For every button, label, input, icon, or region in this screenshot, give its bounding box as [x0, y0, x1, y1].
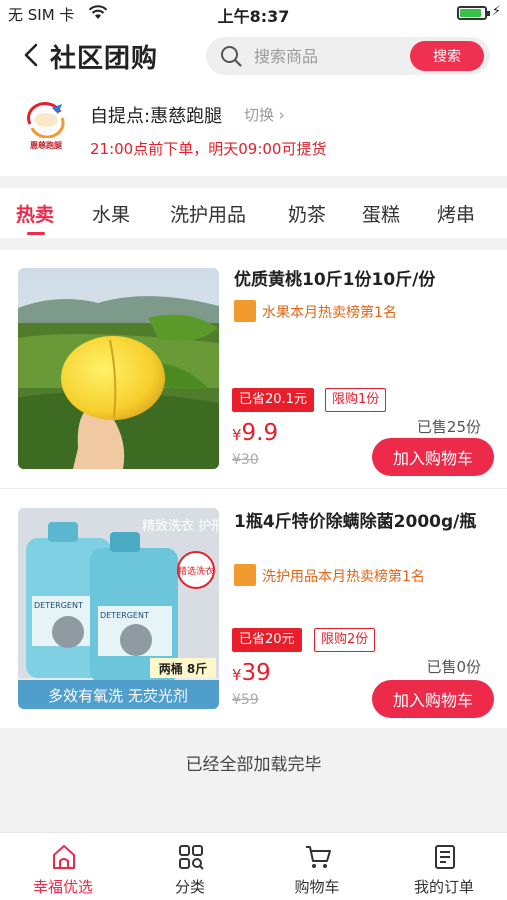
- product-price: ¥39: [232, 660, 271, 686]
- tab-category[interactable]: 分类: [127, 833, 253, 900]
- product-title[interactable]: 优质黄桃10斤1份10斤/份: [234, 268, 494, 292]
- detergent-label-1: DETERGENT: [34, 601, 83, 610]
- twin-pack-badge: 两桶 8斤: [159, 661, 208, 676]
- trophy-icon: [234, 300, 256, 322]
- search-icon: [221, 46, 242, 67]
- tab-label: 幸福优选: [32, 878, 93, 896]
- tab-label: 分类: [174, 878, 205, 896]
- product-card[interactable]: 精致洗衣 护形护色 精选洗衣 DETERGENT DETERGENT 两桶 8斤…: [0, 490, 507, 728]
- tab-milk-tea[interactable]: 奶茶: [288, 200, 326, 227]
- pickup-notice: 21:00点前下单，明天09:00可提货: [90, 140, 327, 158]
- tab-hot[interactable]: 热卖: [16, 200, 54, 227]
- currency-symbol: ¥: [232, 666, 242, 684]
- detergent-brand-line-1: 精致洗衣 护形护色: [142, 518, 219, 534]
- sold-count: 已售0份: [426, 658, 481, 676]
- store-logo-emblem: [27, 102, 65, 138]
- tab-cart[interactable]: 购物车: [254, 833, 380, 900]
- limit-badge: 限购2份: [314, 628, 376, 652]
- product-title[interactable]: 1瓶4斤特价除螨除菌2000g/瓶: [234, 510, 494, 534]
- cart-icon: [306, 846, 331, 868]
- tab-home[interactable]: 幸福优选: [0, 833, 126, 900]
- search-button[interactable]: 搜索: [410, 41, 484, 71]
- search-input[interactable]: [254, 37, 404, 75]
- rank-text: 水果本月热卖榜第1名: [262, 305, 397, 321]
- chevron-right-icon: ›: [274, 106, 285, 124]
- tab-fruit[interactable]: 水果: [92, 200, 130, 227]
- product-image-peach[interactable]: [18, 268, 219, 469]
- store-logo: 惠慈跑腿: [22, 102, 70, 154]
- store-logo-text: 惠慈跑腿: [30, 141, 62, 150]
- currency-symbol: ¥: [232, 426, 242, 444]
- tab-personal-care[interactable]: 洗护用品: [170, 200, 246, 227]
- search-bar[interactable]: 搜索: [206, 37, 490, 75]
- battery-icon: [457, 6, 490, 20]
- category-grid-icon: [179, 845, 204, 870]
- price-value: 9.9: [241, 420, 279, 446]
- detergent-label-2: DETERGENT: [100, 611, 149, 620]
- tab-cake[interactable]: 蛋糕: [362, 200, 400, 227]
- back-chevron-icon[interactable]: [22, 42, 40, 68]
- switch-pickup-link[interactable]: 切换 ›: [244, 104, 285, 125]
- tab-skewers[interactable]: 烤串: [437, 200, 475, 227]
- detergent-seal-text: 精选洗衣: [178, 565, 214, 577]
- bottom-tab-bar: 幸福优选 分类 购物车 我的订单: [0, 832, 507, 900]
- trophy-icon: [234, 564, 256, 586]
- price-value: 39: [241, 660, 271, 686]
- home-icon: [53, 845, 75, 869]
- rank-text: 洗护用品本月热卖榜第1名: [262, 569, 425, 585]
- end-of-list-text: 已经全部加载完毕: [185, 755, 322, 775]
- detergent-banner-text: 多效有氧洗 无荧光剂: [48, 687, 188, 705]
- savings-badge: 已省20元: [232, 628, 302, 652]
- original-price: ¥30: [232, 452, 259, 468]
- card-divider: [0, 488, 507, 489]
- tab-label: 购物车: [294, 878, 340, 896]
- category-tabs: 热卖 水果 洗护用品 奶茶 蛋糕 烤串: [0, 188, 507, 238]
- add-to-cart-button[interactable]: 加入购物车: [372, 680, 494, 718]
- limit-badge: 限购1份: [325, 388, 387, 412]
- charging-icon: ⚡: [491, 4, 501, 19]
- original-price: ¥59: [232, 692, 259, 708]
- tab-my-orders[interactable]: 我的订单: [381, 833, 507, 900]
- product-price: ¥9.9: [232, 420, 278, 446]
- status-time: 上午8:37: [217, 7, 290, 26]
- status-bar: 无 SIM 卡 上午8:37 ⚡: [0, 0, 507, 26]
- tab-label: 我的订单: [413, 878, 474, 896]
- add-to-cart-button[interactable]: 加入购物车: [372, 438, 494, 476]
- product-list: 优质黄桃10斤1份10斤/份 水果本月热卖榜第1名 已省20.1元 限购1份 ¥…: [0, 250, 507, 728]
- order-list-icon: [435, 845, 455, 869]
- pickup-point-section: 惠慈跑腿 自提点:惠慈跑腿 切换 › 21:00点前下单，明天09:00可提货: [0, 86, 507, 176]
- pickup-point-label: 自提点:惠慈跑腿: [90, 106, 223, 127]
- savings-badge: 已省20.1元: [232, 388, 314, 412]
- switch-label: 切换: [244, 106, 275, 124]
- sold-count: 已售25份: [416, 418, 481, 436]
- page-title: 社区团购: [50, 44, 159, 74]
- active-tab-indicator: [27, 232, 45, 235]
- product-card[interactable]: 优质黄桃10斤1份10斤/份 水果本月热卖榜第1名 已省20.1元 限购1份 ¥…: [0, 250, 507, 489]
- nav-bar: 社区团购 搜索: [0, 26, 507, 86]
- product-image-detergent[interactable]: 精致洗衣 护形护色 精选洗衣 DETERGENT DETERGENT 两桶 8斤…: [18, 508, 219, 709]
